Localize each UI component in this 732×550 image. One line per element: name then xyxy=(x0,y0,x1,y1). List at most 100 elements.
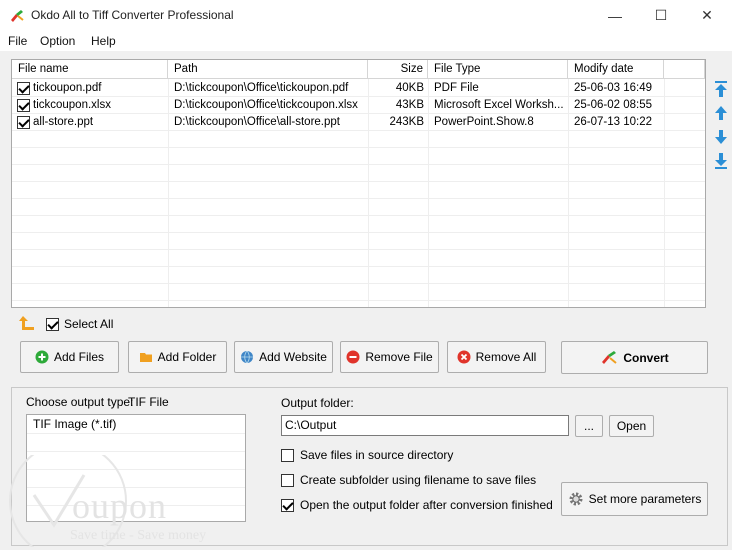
create-subfolder-checkbox[interactable] xyxy=(281,473,294,487)
column-file-type[interactable]: File Type xyxy=(428,60,568,79)
table-row-empty xyxy=(12,267,705,284)
open-label: Open xyxy=(616,419,647,433)
column-path[interactable]: Path xyxy=(168,60,368,79)
convert-icon xyxy=(602,350,617,364)
table-row[interactable]: tickcoupon.xlsx D:\tickcoupon\Office\tic… xyxy=(12,97,705,114)
title-bar: Okdo All to Tiff Converter Professional … xyxy=(0,0,732,31)
watermark-text: oupon xyxy=(72,486,167,526)
row-checkbox[interactable] xyxy=(17,99,30,112)
table-row-empty xyxy=(12,148,705,165)
add-files-label: Add Files xyxy=(53,350,105,364)
remove-all-label: Remove All xyxy=(475,350,537,364)
menu-file[interactable]: File xyxy=(8,34,27,48)
file-list-header: File name Path Size File Type Modify dat… xyxy=(12,60,705,79)
size-cell: 40KB xyxy=(395,82,424,94)
modify-date-cell: 26-07-13 10:22 xyxy=(574,116,653,128)
move-to-top-icon[interactable] xyxy=(713,80,729,98)
maximize-icon: ☐ xyxy=(654,7,668,23)
move-up-icon[interactable] xyxy=(713,104,729,122)
path-cell: D:\tickcoupon\Office\all-store.ppt xyxy=(174,116,340,128)
create-subfolder-option[interactable]: Create subfolder using filename to save … xyxy=(281,472,536,488)
file-list[interactable]: File name Path Size File Type Modify dat… xyxy=(11,59,706,308)
format-item[interactable]: TIF Image (*.tif) xyxy=(27,415,245,434)
column-file-name[interactable]: File name xyxy=(12,60,168,79)
move-down-icon[interactable] xyxy=(713,128,729,146)
output-folder-label: Output folder: xyxy=(281,396,354,410)
size-cell: 243KB xyxy=(389,116,424,128)
table-row-empty xyxy=(12,131,705,148)
file-type-cell: PowerPoint.Show.8 xyxy=(434,116,534,128)
open-after-conversion-checkbox[interactable] xyxy=(281,498,294,512)
window-title: Okdo All to Tiff Converter Professional xyxy=(31,8,234,22)
move-to-bottom-icon[interactable] xyxy=(713,152,729,170)
table-row-empty xyxy=(12,284,705,301)
convert-label: Convert xyxy=(623,350,669,365)
menu-bar: File Option Help xyxy=(0,31,732,51)
add-folder-label: Add Folder xyxy=(157,350,217,364)
open-after-conversion-option[interactable]: Open the output folder after conversion … xyxy=(281,497,553,513)
open-folder-button[interactable]: Open xyxy=(609,415,654,437)
column-modify-date[interactable]: Modify date xyxy=(568,60,664,79)
table-row-empty xyxy=(12,182,705,199)
output-folder-input[interactable]: C:\Output xyxy=(281,415,569,436)
file-type-cell: PDF File xyxy=(434,82,479,94)
modify-date-cell: 25-06-03 16:49 xyxy=(574,82,653,94)
add-icon xyxy=(35,350,49,364)
format-row-empty xyxy=(27,452,245,470)
output-type-value: TIF File xyxy=(128,395,169,409)
menu-help[interactable]: Help xyxy=(91,34,116,48)
save-in-source-label: Save files in source directory xyxy=(300,448,454,462)
remove-all-button[interactable]: Remove All xyxy=(447,341,546,373)
create-subfolder-label: Create subfolder using filename to save … xyxy=(300,473,537,487)
up-level-icon[interactable] xyxy=(18,315,36,331)
row-checkbox[interactable] xyxy=(17,116,30,129)
save-in-source-option[interactable]: Save files in source directory xyxy=(281,447,453,463)
path-cell: D:\tickcoupon\Office\tickcoupon.xlsx xyxy=(174,99,358,111)
path-cell: D:\tickcoupon\Office\tickoupon.pdf xyxy=(174,82,349,94)
table-row[interactable]: all-store.ppt D:\tickcoupon\Office\all-s… xyxy=(12,114,705,131)
set-parameters-label: Set more parameters xyxy=(588,492,702,506)
browse-button[interactable]: ... xyxy=(575,415,603,437)
app-logo-icon xyxy=(11,10,24,22)
file-type-cell: Microsoft Excel Worksh... xyxy=(434,99,564,111)
select-all-toggle[interactable]: Select All xyxy=(46,317,113,331)
add-folder-button[interactable]: Add Folder xyxy=(128,341,227,373)
gear-icon xyxy=(569,492,583,506)
clear-icon xyxy=(457,350,471,364)
remove-file-label: Remove File xyxy=(365,350,433,364)
file-name-cell: tickcoupon.xlsx xyxy=(33,99,111,111)
open-after-conversion-label: Open the output folder after conversion … xyxy=(300,498,553,512)
output-type-label: Choose output type: xyxy=(26,395,134,409)
table-row[interactable]: tickoupon.pdf D:\tickcoupon\Office\ticko… xyxy=(12,80,705,97)
size-cell: 43KB xyxy=(395,99,424,111)
format-row-empty xyxy=(27,434,245,452)
table-row-empty xyxy=(12,250,705,267)
folder-icon xyxy=(139,353,152,362)
browse-label: ... xyxy=(583,419,594,433)
add-website-button[interactable]: Add Website xyxy=(234,341,333,373)
save-in-source-checkbox[interactable] xyxy=(281,448,294,462)
table-row-empty xyxy=(12,216,705,233)
watermark-tagline: Save time - Save money xyxy=(70,528,207,543)
convert-button[interactable]: Convert xyxy=(561,341,708,374)
select-all-checkbox[interactable] xyxy=(46,317,59,331)
minimize-icon: — xyxy=(608,7,622,24)
column-size[interactable]: Size xyxy=(368,60,428,79)
maximize-button[interactable]: ☐ xyxy=(638,0,684,31)
row-checkbox[interactable] xyxy=(17,82,30,95)
add-website-label: Add Website xyxy=(259,350,327,364)
modify-date-cell: 25-06-02 08:55 xyxy=(574,99,653,111)
close-button[interactable]: ✕ xyxy=(684,0,730,31)
set-parameters-button[interactable]: Set more parameters xyxy=(561,482,708,516)
menu-option[interactable]: Option xyxy=(40,34,75,48)
remove-icon xyxy=(346,350,360,364)
add-files-button[interactable]: Add Files xyxy=(20,341,119,373)
table-row-empty xyxy=(12,165,705,182)
minimize-button[interactable]: — xyxy=(592,0,638,31)
column-filler xyxy=(664,60,705,79)
globe-icon xyxy=(241,350,254,364)
file-name-cell: tickoupon.pdf xyxy=(33,82,102,94)
remove-file-button[interactable]: Remove File xyxy=(340,341,439,373)
close-icon: ✕ xyxy=(701,7,713,23)
table-row-empty xyxy=(12,233,705,250)
